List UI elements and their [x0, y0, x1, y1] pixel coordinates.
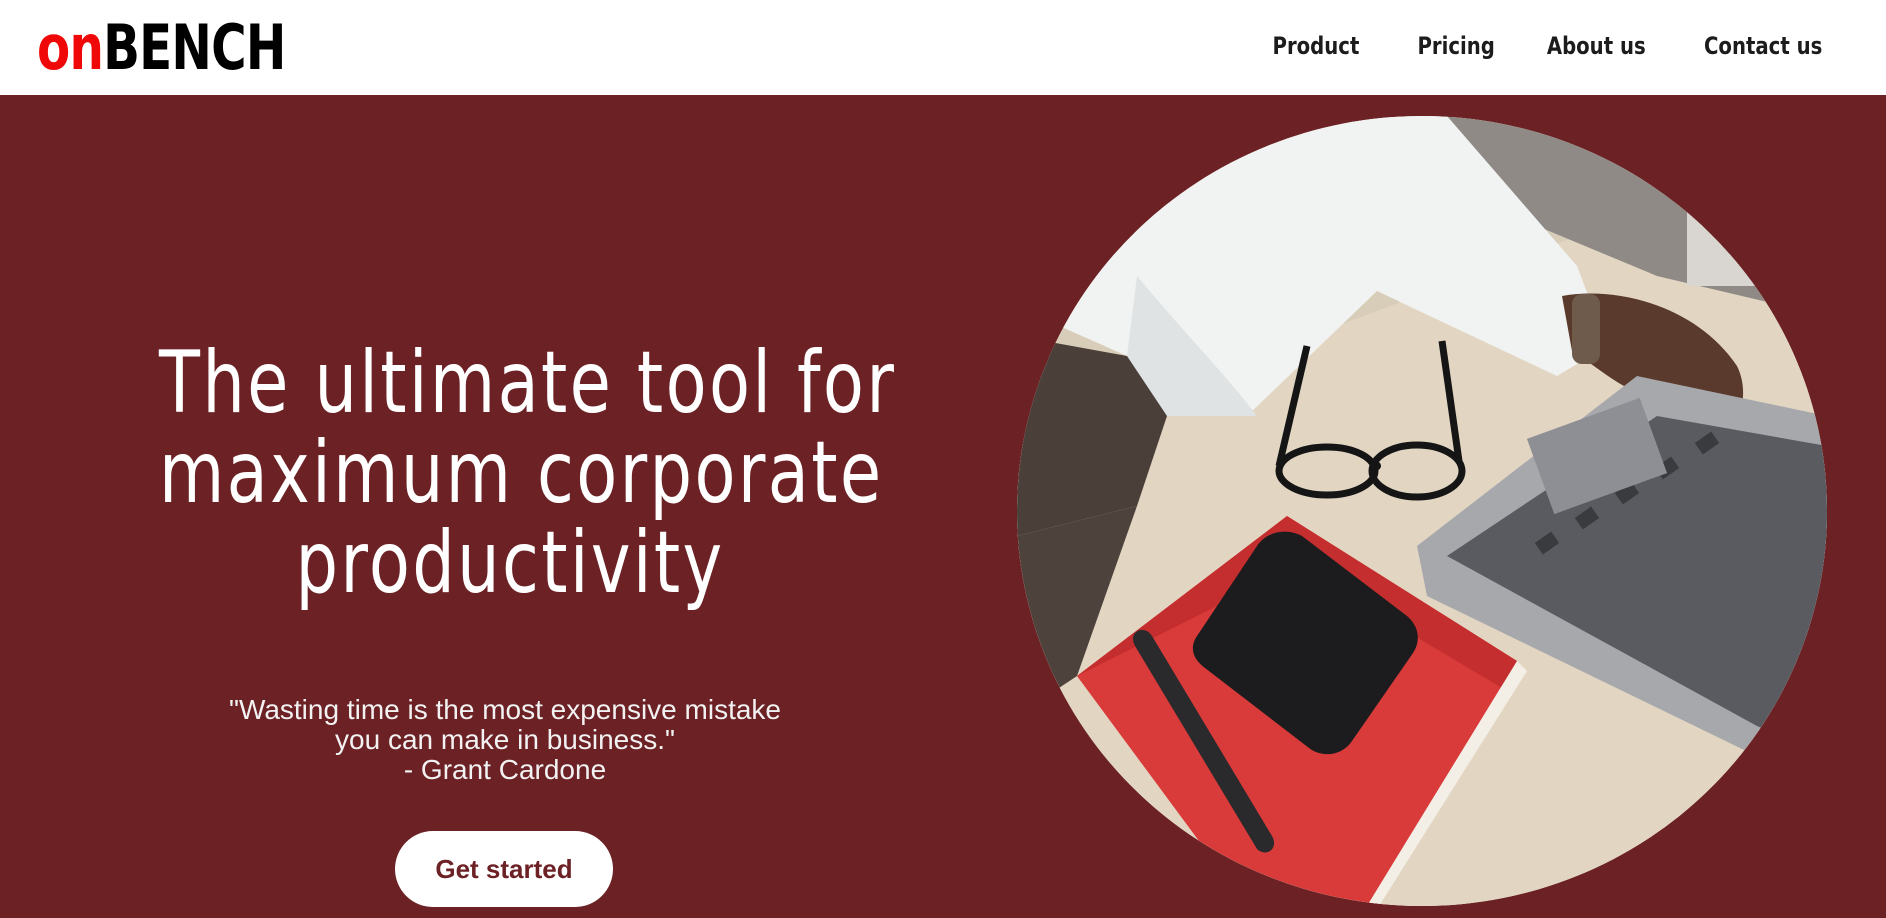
- headline-line-1: The ultimate tool for: [159, 333, 897, 433]
- nav-link-about-us[interactable]: About us: [1547, 32, 1646, 60]
- headline-line-2: maximum corporate: [159, 423, 884, 523]
- hero-section: The ultimate tool for maximum corporate …: [0, 95, 1886, 918]
- headline-line-3: productivity: [295, 513, 725, 613]
- nav-link-pricing[interactable]: Pricing: [1417, 32, 1494, 60]
- hero-quote: "Wasting time is the most expensive mist…: [160, 695, 850, 785]
- nav-slot-product: Product: [1256, 32, 1376, 60]
- quote-author: - Grant Cardone: [403, 754, 607, 785]
- nav-link-product[interactable]: Product: [1273, 32, 1360, 60]
- main-nav: Product Pricing About us Contact us: [1256, 22, 1838, 70]
- nav-slot-about: About us: [1526, 32, 1666, 60]
- nav-link-contact-us[interactable]: Contact us: [1704, 32, 1822, 60]
- logo-on-text: on: [37, 11, 104, 84]
- nav-slot-contact: Contact us: [1688, 32, 1838, 60]
- desk-workspace-photo: [1017, 116, 1827, 906]
- get-started-button[interactable]: Get started: [395, 831, 613, 907]
- desk-photo-illustration: [1017, 116, 1827, 906]
- hero-headline: The ultimate tool for maximum corporate …: [60, 338, 960, 608]
- nav-slot-pricing: Pricing: [1396, 32, 1516, 60]
- top-header: onBENCH Product Pricing About us Contact…: [0, 0, 1886, 95]
- quote-line-2: you can make in business.": [335, 724, 675, 755]
- logo-bench-text: BENCH: [103, 11, 286, 84]
- logo[interactable]: onBENCH: [37, 8, 286, 88]
- quote-line-1: "Wasting time is the most expensive mist…: [229, 694, 781, 725]
